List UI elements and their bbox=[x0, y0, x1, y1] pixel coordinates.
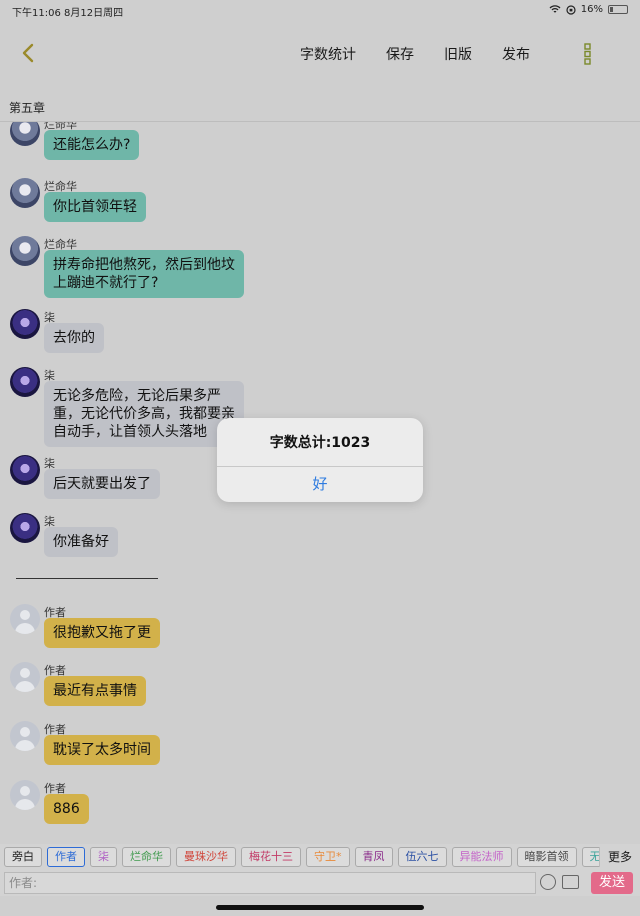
role-chip[interactable]: 曼珠沙华 bbox=[176, 847, 236, 867]
role-chip[interactable]: 烂命华 bbox=[122, 847, 171, 867]
input-bar: 发送 bbox=[0, 870, 640, 896]
publish-button[interactable]: 发布 bbox=[502, 44, 530, 64]
avatar[interactable] bbox=[10, 455, 40, 485]
home-indicator bbox=[216, 905, 424, 910]
role-chip[interactable]: 柒 bbox=[90, 847, 117, 867]
message-bubble[interactable]: 拼寿命把他熬死，然后到他坟 上蹦迪不就行了? bbox=[44, 250, 244, 298]
message-line: 无论多危险，无论后果多严 bbox=[53, 388, 221, 404]
toolbar: 字数统计 保存 旧版 发布 bbox=[0, 30, 640, 76]
avatar[interactable] bbox=[10, 367, 40, 397]
avatar[interactable] bbox=[10, 178, 40, 208]
message-bubble[interactable]: 你准备好 bbox=[44, 527, 118, 557]
message-bubble[interactable]: 最近有点事情 bbox=[44, 676, 146, 706]
avatar[interactable] bbox=[10, 236, 40, 266]
message-line: 重，无论代价多高，我都要亲 bbox=[53, 406, 235, 422]
message-bubble[interactable]: 去你的 bbox=[44, 323, 104, 353]
back-arrow-icon[interactable] bbox=[16, 40, 42, 66]
avatar[interactable] bbox=[10, 604, 40, 634]
save-button[interactable]: 保存 bbox=[386, 44, 414, 64]
avatar[interactable] bbox=[10, 662, 40, 692]
avatar[interactable] bbox=[10, 309, 40, 339]
message-bubble[interactable]: 耽误了太多时间 bbox=[44, 735, 160, 765]
role-chip[interactable]: 暗影首领 bbox=[516, 847, 577, 867]
role-chip[interactable]: 青凤 bbox=[354, 847, 393, 867]
message-bubble[interactable]: 很抱歉又拖了更 bbox=[44, 618, 160, 648]
more-roles-button[interactable]: 更多 bbox=[598, 847, 640, 867]
role-chip[interactable]: 伍六七 bbox=[397, 847, 447, 867]
avatar[interactable] bbox=[10, 721, 40, 751]
message-bubble[interactable]: 886 bbox=[44, 794, 89, 824]
scene-separator bbox=[16, 578, 158, 579]
message-bubble[interactable]: 还能怎么办? bbox=[44, 130, 140, 160]
send-button[interactable]: 发送 bbox=[591, 872, 633, 894]
alert-ok-button[interactable]: 好 bbox=[217, 467, 423, 502]
more-options-icon[interactable] bbox=[580, 40, 596, 68]
status-bar: 下午11:06 8月12日周四 16% bbox=[0, 0, 640, 20]
message-line: 自动手，让首领人头落地 bbox=[53, 424, 207, 440]
old-version-button[interactable]: 旧版 bbox=[444, 44, 472, 64]
emoji-icon[interactable] bbox=[540, 874, 556, 890]
image-icon[interactable] bbox=[562, 875, 579, 889]
orientation-lock-icon bbox=[566, 4, 576, 15]
battery-icon bbox=[608, 5, 628, 14]
message-input[interactable] bbox=[4, 872, 536, 894]
role-chip[interactable]: 作者 bbox=[47, 847, 85, 867]
message-bubble[interactable]: 后天就要出发了 bbox=[44, 469, 160, 499]
word-count-button[interactable]: 字数统计 bbox=[300, 44, 356, 64]
status-icons: 16% bbox=[549, 4, 628, 15]
chapter-title: 第五章 bbox=[9, 101, 46, 115]
message-bubble[interactable]: 你比首领年轻 bbox=[44, 192, 146, 222]
role-chip[interactable]: 旁白 bbox=[4, 847, 42, 867]
message-line: 上蹦迪不就行了? bbox=[53, 275, 159, 291]
avatar[interactable] bbox=[10, 122, 40, 146]
role-chip[interactable]: 梅花十三 bbox=[241, 847, 301, 867]
avatar[interactable] bbox=[10, 513, 40, 543]
alert-title: 字数总计:1023 bbox=[269, 435, 371, 451]
status-time-date: 下午11:06 8月12日周四 bbox=[12, 8, 124, 19]
role-chip[interactable]: 守卫* bbox=[306, 847, 350, 867]
role-selector: 旁白 作者 柒 烂命华 曼珠沙华 梅花十三 守卫* 青凤 伍六七 异能法师 暗影… bbox=[0, 844, 640, 870]
wifi-icon bbox=[549, 5, 561, 13]
word-count-alert: 字数总计:1023 好 bbox=[217, 418, 423, 502]
role-chip[interactable]: 异能法师 bbox=[451, 847, 512, 867]
battery-percent: 16% bbox=[580, 4, 603, 15]
message-line: 拼寿命把他熬死，然后到他坟 bbox=[53, 257, 235, 273]
message-bubble[interactable]: 无论多危险，无论后果多严 重，无论代价多高，我都要亲 自动手，让首领人头落地 bbox=[44, 381, 244, 447]
avatar[interactable] bbox=[10, 780, 40, 810]
